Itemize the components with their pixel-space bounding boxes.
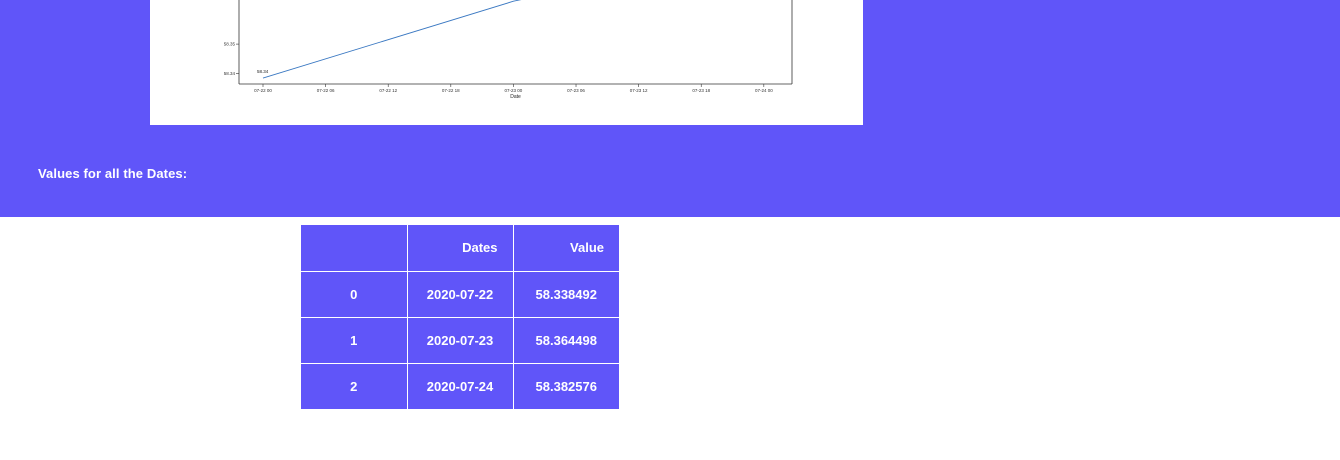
x-tick-label: 07-23 12 [630,88,648,93]
y-tick-label: 58.34 [224,71,236,76]
value-cell: 58.338492 [512,270,619,318]
table-row: 1 2020-07-23 58.364498 [301,316,619,364]
x-tick-label: 07-22 06 [317,88,335,93]
series-line [262,0,522,79]
values-table: Dates Value 0 2020-07-22 58.338492 1 202… [301,225,619,409]
x-tick-label: 07-23 18 [692,88,710,93]
x-tick-label: 07-24 00 [755,88,773,93]
value-cell: 58.382576 [512,362,619,409]
x-tick-label: 07-23 00 [505,88,523,93]
table-header-row: Dates Value [301,225,619,272]
date-cell: 2020-07-22 [406,270,514,318]
x-tick-label: 07-23 06 [567,88,585,93]
table-row: 2 2020-07-24 58.382576 [301,362,619,409]
x-tick-label: 07-22 12 [379,88,397,93]
section-heading: Values for all the Dates: [38,166,188,181]
x-tick-label: 07-22 18 [442,88,460,93]
row-index-cell: 1 [301,316,408,364]
x-tick-label: 07-22 00 [254,88,272,93]
x-axis-title: Date [510,94,521,100]
date-cell: 2020-07-23 [406,316,514,364]
chart-svg: 07-22 00 07-22 06 07-22 12 07-22 18 07-23 00… [224,0,793,100]
line-chart: 07-22 00 07-22 06 07-22 12 07-22 18 07-23 00… [150,0,863,125]
index-column-header [301,225,408,272]
row-index-cell: 2 [301,362,408,409]
point-annotation: 58.34 [257,69,269,74]
value-cell: 58.364498 [512,316,619,364]
date-cell: 2020-07-24 [406,362,514,409]
y-tick-label: 58.35 [224,42,236,47]
row-index-cell: 0 [301,270,408,318]
value-column-header: Value [512,225,619,272]
dates-column-header: Dates [406,225,514,272]
table-row: 0 2020-07-22 58.338492 [301,270,619,318]
